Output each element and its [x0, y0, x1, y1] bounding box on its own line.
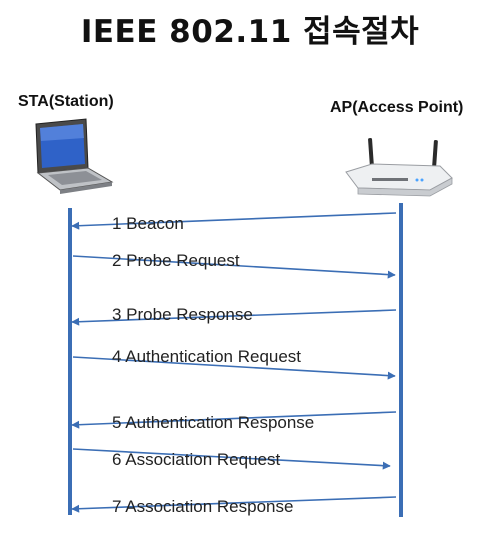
- message-1: 1 Beacon: [71, 212, 397, 233]
- message-label: 7 Association Response: [112, 497, 293, 516]
- message-label: 4 Authentication Request: [112, 347, 301, 366]
- message-6: 6 Association Request: [72, 448, 391, 470]
- message-7: 7 Association Response: [71, 496, 397, 516]
- message-label: 2 Probe Request: [112, 251, 240, 270]
- message-3: 3 Probe Response: [71, 305, 397, 326]
- message-5: 5 Authentication Response: [71, 411, 397, 432]
- message-label: 5 Authentication Response: [112, 413, 314, 432]
- message-label: 3 Probe Response: [112, 305, 253, 324]
- message-label: 6 Association Request: [112, 450, 280, 469]
- message-2: 2 Probe Request: [72, 251, 396, 279]
- sequence-diagram: 1 Beacon 2 Probe Request 3 Probe Respons…: [35, 118, 453, 517]
- message-label: 1 Beacon: [112, 214, 184, 233]
- laptop-icon: [35, 118, 114, 194]
- router-icon: [345, 137, 453, 197]
- message-4: 4 Authentication Request: [72, 347, 396, 380]
